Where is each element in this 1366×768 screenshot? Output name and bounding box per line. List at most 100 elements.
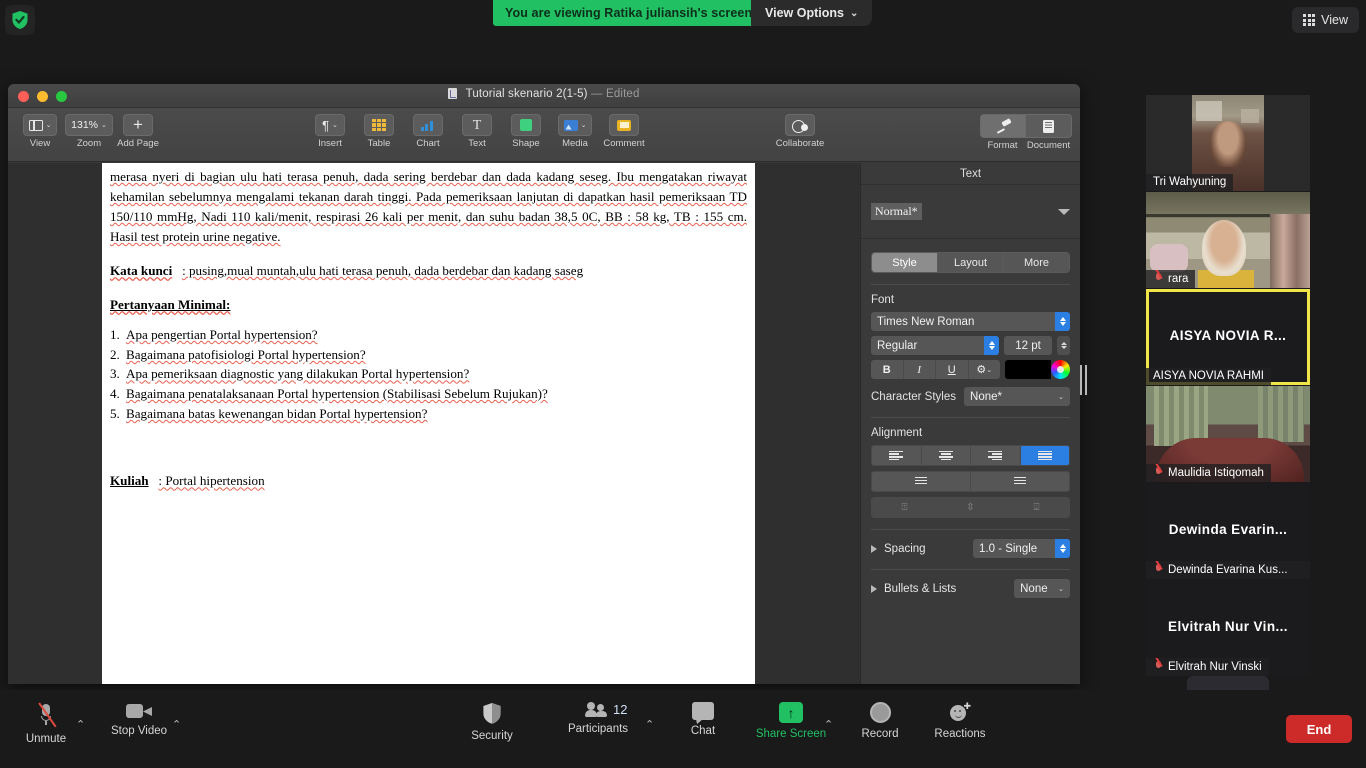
participant-name: AISYA NOVIA RAHMI bbox=[1153, 370, 1264, 382]
align-justify-button[interactable] bbox=[1020, 446, 1069, 465]
increase-indent-icon bbox=[1014, 476, 1026, 487]
unmute-label: Unmute bbox=[25, 733, 67, 745]
color-wheel-icon[interactable] bbox=[1051, 360, 1070, 379]
toolbar-shape-button[interactable]: Shape bbox=[504, 114, 548, 149]
video-options-caret-icon[interactable]: ⌃ bbox=[172, 718, 181, 731]
chat-button[interactable]: Chat bbox=[665, 702, 741, 737]
share-options-caret-icon[interactable]: ⌃ bbox=[824, 718, 833, 731]
document-lecture-label: Kuliah bbox=[110, 473, 149, 489]
participant-tile-active-speaker[interactable]: AISYA NOVIA R... AISYA NOVIA RAHMI bbox=[1146, 289, 1310, 385]
share-screen-button[interactable]: Share Screen bbox=[753, 702, 829, 740]
view-layout-button[interactable]: View bbox=[1292, 7, 1359, 33]
record-icon bbox=[869, 702, 891, 723]
stepper-icon[interactable] bbox=[1055, 539, 1070, 558]
toolbar-collaborate-button[interactable]: Collaborate bbox=[776, 114, 824, 149]
font-size-input[interactable]: 12 pt bbox=[1004, 336, 1052, 355]
paragraph-style-row[interactable]: Normal* bbox=[861, 185, 1080, 239]
participant-tile[interactable]: Maulidia Istiqomah bbox=[1146, 386, 1310, 482]
document-canvas[interactable]: merasa nyeri di bagian ulu hati terasa p… bbox=[8, 163, 860, 684]
participants-options-caret-icon[interactable]: ⌃ bbox=[645, 718, 654, 731]
toolbar-view-button[interactable]: ⌄ View bbox=[18, 114, 62, 149]
mic-muted-icon bbox=[1153, 660, 1163, 673]
toolbar-center-group: ¶ ⌄ Insert Table Chart T Text Shape ⌄ Me… bbox=[308, 114, 646, 149]
tab-style[interactable]: Style bbox=[872, 253, 938, 272]
encryption-status-button[interactable] bbox=[5, 5, 35, 35]
toolbar-shape-label: Shape bbox=[512, 138, 540, 149]
italic-button[interactable]: I bbox=[903, 360, 936, 379]
font-weight-select[interactable]: Regular bbox=[871, 336, 999, 355]
mic-muted-icon bbox=[1153, 563, 1163, 576]
font-section-label: Font bbox=[871, 294, 895, 306]
toolbar-media-button[interactable]: ⌄ Media bbox=[553, 114, 597, 149]
font-color-swatch[interactable] bbox=[1005, 360, 1051, 379]
security-button[interactable]: Security bbox=[454, 702, 530, 742]
toolbar-format-button[interactable] bbox=[981, 115, 1026, 137]
document-page[interactable]: merasa nyeri di bagian ulu hati terasa p… bbox=[102, 163, 755, 684]
stop-video-button[interactable]: Stop Video bbox=[101, 702, 177, 737]
spacing-select[interactable]: 1.0 - Single bbox=[973, 539, 1070, 558]
participant-center-name: Dewinda Evarin... bbox=[1168, 522, 1288, 537]
people-icon: 12 bbox=[585, 702, 627, 718]
toolbar-table-button[interactable]: Table bbox=[357, 114, 401, 149]
disclosure-triangle-icon[interactable] bbox=[871, 584, 877, 593]
gear-icon: ⚙ bbox=[976, 364, 987, 376]
sidebar-resize-handle[interactable] bbox=[1078, 360, 1088, 400]
shared-pages-window: Tutorial skenario 2(1-5) — Edited ⌄ View… bbox=[8, 84, 1080, 684]
paragraph-style-value: Normal* bbox=[871, 203, 922, 220]
security-label: Security bbox=[471, 730, 513, 742]
document-paragraph-1-text: merasa nyeri di bagian ulu hati terasa p… bbox=[110, 169, 747, 245]
inspector-header: Text bbox=[861, 163, 1080, 185]
align-right-button[interactable] bbox=[971, 446, 1021, 465]
stepper-icon[interactable] bbox=[984, 336, 999, 355]
end-meeting-button[interactable]: End bbox=[1286, 715, 1352, 743]
unmute-button[interactable]: Unmute bbox=[8, 702, 84, 745]
reactions-button[interactable]: ✚ Reactions bbox=[922, 702, 998, 741]
view-options-button[interactable]: View Options ⌄ bbox=[751, 0, 873, 26]
toolbar-insert-button[interactable]: ¶ ⌄ Insert bbox=[308, 114, 352, 149]
zoom-level-value: 131% bbox=[71, 119, 98, 131]
align-center-button[interactable] bbox=[921, 446, 971, 465]
list-item: 5. Bagaimana batas kewenangan bidan Porta… bbox=[110, 405, 428, 421]
stepper-icon[interactable] bbox=[1055, 312, 1070, 331]
toolbar-comment-button[interactable]: Comment bbox=[602, 114, 646, 149]
font-size-stepper[interactable] bbox=[1057, 336, 1070, 355]
list-item: 4. Bagaimana penatalaksanaan Portal hyper… bbox=[110, 386, 548, 402]
bullets-lists-row: Bullets & Lists None ⌄ bbox=[871, 579, 1071, 598]
character-styles-select[interactable]: None* ⌄ bbox=[964, 387, 1070, 406]
increase-indent-button[interactable] bbox=[971, 472, 1069, 491]
participant-tile[interactable]: Elvitrah Nur Vin... Elvitrah Nur Vinski bbox=[1146, 580, 1310, 676]
bullets-select[interactable]: None ⌄ bbox=[1014, 579, 1071, 598]
font-family-select[interactable]: Times New Roman bbox=[871, 312, 1070, 331]
align-middle-button: ⇳ bbox=[938, 498, 1004, 517]
toolbar-chart-button[interactable]: Chart bbox=[406, 114, 450, 149]
participants-button[interactable]: 12 Participants bbox=[560, 702, 636, 735]
toolbar-zoom-button[interactable]: 131% ⌄ Zoom bbox=[65, 114, 113, 149]
disclosure-triangle-icon[interactable] bbox=[871, 544, 877, 553]
audio-options-caret-icon[interactable]: ⌃ bbox=[76, 718, 85, 731]
toolbar-document-button[interactable] bbox=[1026, 115, 1071, 137]
toolbar-table-label: Table bbox=[367, 138, 391, 149]
mic-muted-icon bbox=[35, 702, 57, 728]
record-button[interactable]: Record bbox=[842, 702, 918, 740]
alignment-controls: ⍐ ⇳ ⍗ bbox=[871, 445, 1070, 518]
toolbar-comment-label: Comment bbox=[603, 138, 645, 149]
participant-tile[interactable]: Tri Wahyuning bbox=[1146, 95, 1310, 191]
decrease-indent-button[interactable] bbox=[872, 472, 971, 491]
tab-layout[interactable]: Layout bbox=[938, 253, 1004, 272]
align-left-button[interactable] bbox=[872, 446, 922, 465]
toolbar-text-label: Text bbox=[468, 138, 486, 149]
share-screen-icon bbox=[779, 702, 803, 723]
toolbar-add-page-button[interactable]: + Add Page bbox=[116, 114, 160, 149]
bullets-label: Bullets & Lists bbox=[884, 582, 957, 595]
toolbar-text-button[interactable]: T Text bbox=[455, 114, 499, 149]
participant-name-bar: Tri Wahyuning bbox=[1146, 174, 1234, 191]
text-options-button[interactable]: ⚙ ⌄ bbox=[968, 360, 1000, 379]
participant-tile[interactable]: Dewinda Evarin... Dewinda Evarina Kus... bbox=[1146, 483, 1310, 579]
media-image-icon bbox=[563, 119, 578, 131]
underline-button[interactable]: U bbox=[936, 360, 969, 379]
participant-tile[interactable]: rara bbox=[1146, 192, 1310, 288]
bold-button[interactable]: B bbox=[871, 360, 904, 379]
tab-more[interactable]: More bbox=[1004, 253, 1069, 272]
pages-title-bar: Tutorial skenario 2(1-5) — Edited bbox=[8, 84, 1080, 108]
